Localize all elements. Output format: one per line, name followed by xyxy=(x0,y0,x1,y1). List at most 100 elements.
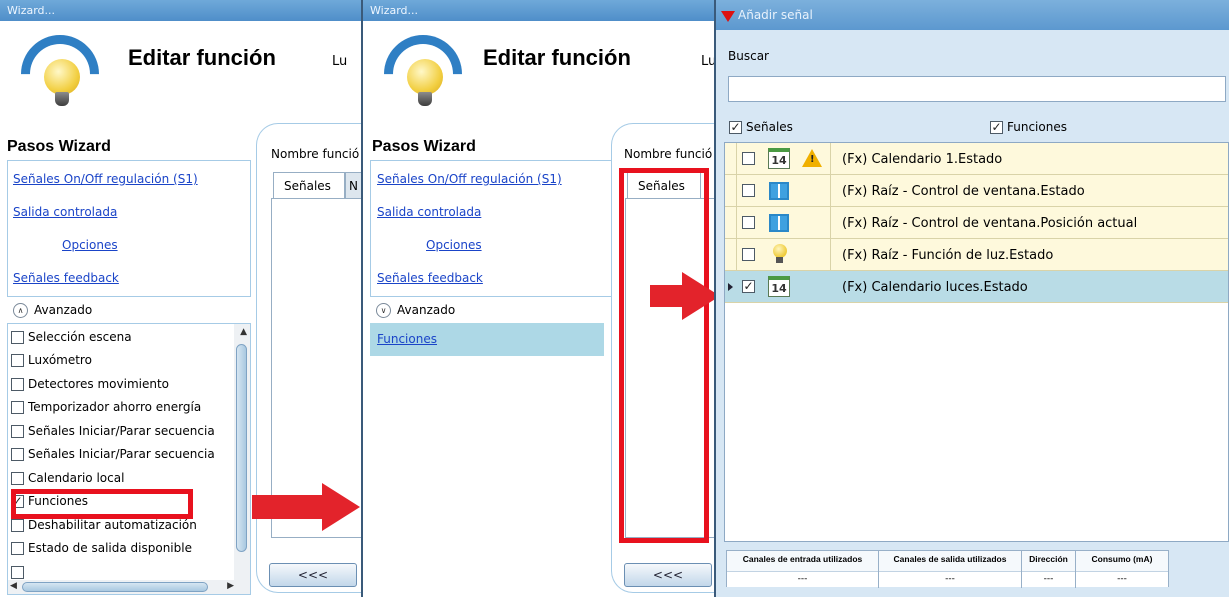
scroll-left-icon[interactable]: ◀ xyxy=(10,581,17,591)
search-label: Buscar xyxy=(728,49,769,63)
row-checkbox-checked[interactable]: ✓ xyxy=(742,280,755,293)
page-title: Editar función xyxy=(128,45,276,70)
steps-title: Pasos Wizard xyxy=(7,138,111,155)
row-checkbox[interactable] xyxy=(742,216,755,229)
advanced-toggle[interactable]: ∧ Avanzado xyxy=(7,296,251,323)
tab-next[interactable]: N xyxy=(345,172,361,198)
steps-title: Pasos Wizard xyxy=(372,138,476,155)
checkbox[interactable] xyxy=(11,354,24,367)
cell-divider xyxy=(830,207,831,238)
highlight-funciones-box xyxy=(11,489,193,519)
advanced-link-funciones[interactable]: Funciones xyxy=(377,332,437,346)
chevron-down-icon: ∨ xyxy=(376,303,391,318)
highlight-signals-tab xyxy=(619,168,709,543)
option-label: Detectores movimiento xyxy=(28,377,169,391)
row-checkbox[interactable] xyxy=(742,184,755,197)
calendar-icon: 14 xyxy=(768,148,790,169)
function-name-cut: Lu xyxy=(332,54,348,69)
signal-name: (Fx) Calendario 1.Estado xyxy=(842,152,1003,167)
signal-name: (Fx) Calendario luces.Estado xyxy=(842,280,1028,295)
scroll-thumb[interactable] xyxy=(236,344,247,552)
calendar-icon: 14 xyxy=(768,276,790,297)
checkbox-checked[interactable]: ✓ xyxy=(729,121,742,134)
function-name-label: Nombre funció xyxy=(624,147,713,161)
footer-header: Canales de entrada utilizados xyxy=(742,554,863,564)
vertical-scrollbar[interactable]: ▲ xyxy=(234,324,250,594)
checkbox[interactable] xyxy=(11,425,24,438)
step-link-signals[interactable]: Señales On/Off regulación (S1) xyxy=(377,172,562,186)
row-header xyxy=(725,143,737,174)
checkbox[interactable] xyxy=(11,448,24,461)
search-input[interactable] xyxy=(728,76,1226,102)
checkbox[interactable] xyxy=(11,378,24,391)
checkbox[interactable] xyxy=(11,472,24,485)
filter-label: Señales xyxy=(746,120,793,134)
checkbox[interactable] xyxy=(11,401,24,414)
add-signal-dialog: Añadir señal Buscar ✓ Señales ✓ Funciones … xyxy=(714,0,1229,597)
cell-divider xyxy=(830,175,831,206)
step-link-options[interactable]: Opciones xyxy=(426,238,482,252)
back-button[interactable]: <<< xyxy=(269,563,357,587)
checkbox[interactable] xyxy=(11,542,24,555)
table-row[interactable]: (Fx) Raíz - Control de ventana.Posición … xyxy=(725,207,1228,239)
bulb-base-icon xyxy=(55,92,69,106)
advanced-options-list: Selección escena Luxómetro Detectores mo… xyxy=(7,323,251,595)
step-link-signals[interactable]: Señales On/Off regulación (S1) xyxy=(13,172,198,186)
footer-col: Canales de salida utilizados --- xyxy=(879,551,1022,588)
scroll-thumb[interactable] xyxy=(22,582,208,592)
scroll-up-icon[interactable]: ▲ xyxy=(240,327,247,337)
table-row[interactable]: (Fx) Raíz - Función de luz.Estado xyxy=(725,239,1228,271)
option-label: Señales Iniciar/Parar secuencia xyxy=(28,424,215,438)
row-header xyxy=(725,207,737,238)
row-header xyxy=(725,175,737,206)
footer-value: --- xyxy=(1076,571,1168,587)
function-name-label: Nombre funció xyxy=(271,147,360,161)
step-link-feedback[interactable]: Señales feedback xyxy=(13,271,119,285)
advanced-label: Avanzado xyxy=(397,303,456,317)
footer-value: --- xyxy=(1022,571,1075,587)
footer-value: --- xyxy=(879,571,1021,587)
dropdown-triangle-icon[interactable] xyxy=(721,11,735,22)
footer-col: Consumo (mA) --- xyxy=(1076,551,1168,588)
footer-col: Canales de entrada utilizados --- xyxy=(727,551,879,588)
footer-value: --- xyxy=(727,571,878,587)
row-checkbox[interactable] xyxy=(742,152,755,165)
footer-col: Dirección --- xyxy=(1022,551,1076,588)
advanced-item-selected[interactable]: Funciones xyxy=(370,323,604,356)
option-label: Estado de salida disponible xyxy=(28,541,192,555)
dialog-title: Añadir señal xyxy=(738,8,813,22)
advanced-toggle[interactable]: ∨ Avanzado xyxy=(370,296,614,323)
advanced-label: Avanzado xyxy=(34,303,93,317)
bulb-base-icon xyxy=(418,92,432,106)
checkbox-checked[interactable]: ✓ xyxy=(990,121,1003,134)
step-link-output[interactable]: Salida controlada xyxy=(377,205,481,219)
red-arrow-body xyxy=(252,495,324,519)
checkbox[interactable] xyxy=(11,566,24,579)
back-button[interactable]: <<< xyxy=(624,563,712,587)
current-row-icon xyxy=(728,283,733,291)
option-label: Señales Iniciar/Parar secuencia xyxy=(28,447,215,461)
signal-name: (Fx) Raíz - Función de luz.Estado xyxy=(842,248,1054,263)
scroll-right-icon[interactable]: ▶ xyxy=(227,581,234,591)
wizard-header: Editar función Lu xyxy=(363,21,714,135)
light-bulb-icon xyxy=(407,59,443,95)
horizontal-scrollbar[interactable]: ◀ ▶ xyxy=(8,580,236,594)
option-label: Luxómetro xyxy=(28,353,92,367)
bulb-base-icon xyxy=(776,257,783,263)
table-row[interactable]: 14 ! (Fx) Calendario 1.Estado xyxy=(725,143,1228,175)
table-row-selected[interactable]: ✓ 14 (Fx) Calendario luces.Estado xyxy=(725,271,1228,303)
checkbox[interactable] xyxy=(11,519,24,532)
step-link-feedback[interactable]: Señales feedback xyxy=(377,271,483,285)
row-header xyxy=(725,239,737,270)
function-name-cut: Lu xyxy=(701,54,714,69)
step-link-options[interactable]: Opciones xyxy=(62,238,118,252)
footer-header: Canales de salida utilizados xyxy=(893,554,1007,564)
signals-grid: 14 ! (Fx) Calendario 1.Estado (Fx) Raíz … xyxy=(724,142,1229,542)
checkbox[interactable] xyxy=(11,331,24,344)
row-checkbox[interactable] xyxy=(742,248,755,261)
table-row[interactable]: (Fx) Raíz - Control de ventana.Estado xyxy=(725,175,1228,207)
step-link-output[interactable]: Salida controlada xyxy=(13,205,117,219)
tab-signals[interactable]: Señales xyxy=(273,172,345,198)
window-title-bar: Wizard... xyxy=(0,0,361,21)
steps-list: Señales On/Off regulación (S1) Salida co… xyxy=(370,160,614,296)
